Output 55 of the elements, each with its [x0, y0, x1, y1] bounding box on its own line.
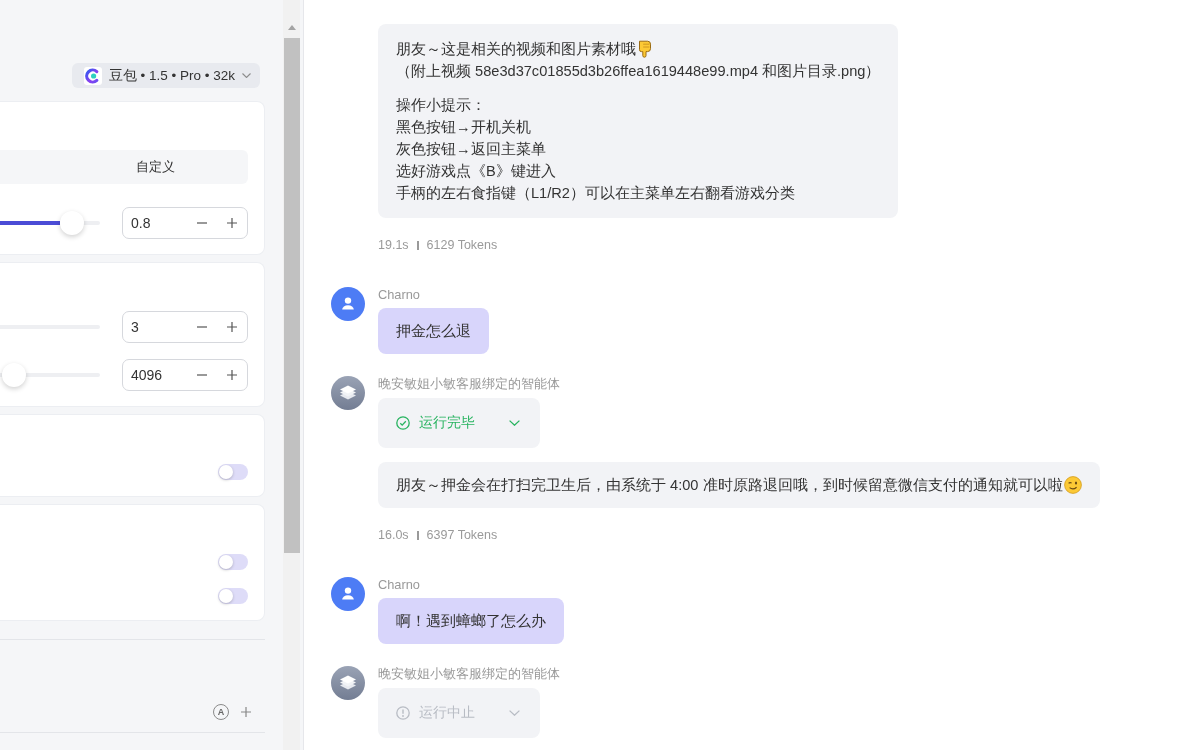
message-text: 押金怎么退: [396, 322, 471, 341]
toggle-switch[interactable]: [218, 588, 248, 604]
scroll-up-arrow-icon[interactable]: [287, 25, 296, 30]
slider-fill: [0, 221, 60, 225]
winking-face-icon: [1063, 476, 1082, 494]
model-selector[interactable]: 豆包 • 1.5 • Pro • 32k: [71, 63, 260, 88]
increment-button[interactable]: [225, 368, 239, 382]
number-input[interactable]: 3: [122, 311, 248, 343]
minus-icon: [197, 374, 207, 376]
plus-icon: [241, 707, 251, 717]
user-avatar-icon: [331, 577, 365, 611]
scrollbar-thumb[interactable]: [283, 38, 300, 553]
chevron-down-icon: [509, 420, 520, 426]
author-name: 晚安敏姐小敏客服绑定的智能体: [378, 377, 560, 391]
number-input[interactable]: 4096: [122, 359, 248, 391]
plus-icon: [227, 322, 237, 332]
increment-button[interactable]: [225, 216, 239, 230]
number-input[interactable]: 0.8: [122, 207, 248, 239]
layers-avatar-icon: [331, 376, 365, 410]
message-text: 啊！遇到蟑螂了怎么办: [396, 612, 546, 631]
toggle-switch[interactable]: [218, 554, 248, 570]
slider-thumb[interactable]: [60, 211, 84, 235]
plus-icon: [227, 370, 237, 380]
user-avatar-icon: [331, 287, 365, 321]
author-name: Charno: [378, 578, 420, 592]
chevron-down-icon: [509, 710, 520, 716]
increment-button[interactable]: [225, 320, 239, 334]
slider-thumb[interactable]: [2, 363, 26, 387]
message-text: 操作小提示：: [396, 96, 486, 115]
token-count: 6397 Tokens: [426, 528, 498, 542]
check-circle-icon: [396, 416, 410, 430]
layers-avatar-icon: [331, 666, 365, 700]
toggle-switch[interactable]: [218, 464, 248, 480]
message-text: 选好游戏点《B》键进入: [396, 162, 556, 181]
response-time: 16.0s: [378, 528, 409, 542]
message-text: 黑色按钮→开机关机: [396, 118, 531, 137]
author-name: 晚安敏姐小敏客服绑定的智能体: [378, 667, 560, 681]
token-count: 6129 Tokens: [426, 238, 498, 252]
add-button[interactable]: [241, 707, 251, 717]
segment-tab[interactable]: 自定义: [65, 153, 245, 181]
response-time: 19.1s: [378, 238, 409, 252]
message-text: 朋友～这是相关的视频和图片素材哦: [396, 40, 636, 59]
message-text: 手柄的左右食指键（L1/R2）可以在主菜单左右翻看游戏分类: [396, 184, 795, 203]
hand-pointing-down-icon: [637, 40, 652, 58]
chevron-down-icon: [242, 73, 251, 78]
author-name: Charno: [378, 288, 420, 302]
minus-icon: [197, 222, 207, 224]
message-text: 朋友～押金会在打扫完卫生后，由系统于 4:00 准时原路退回哦，到时候留意微信支付的通知就可以啦: [396, 476, 1063, 495]
minus-icon: [197, 326, 207, 328]
plus-icon: [227, 218, 237, 228]
scrollbar[interactable]: [283, 0, 300, 750]
exclamation-circle-icon: [396, 706, 410, 720]
message-text: （附上视频 58e3d37c01855d3b26ffea1619448e99.mp4 和图片目录.png）: [396, 62, 881, 81]
message-text: 灰色按钮→返回主菜单: [396, 140, 546, 159]
model-logo-icon: [83, 66, 102, 85]
